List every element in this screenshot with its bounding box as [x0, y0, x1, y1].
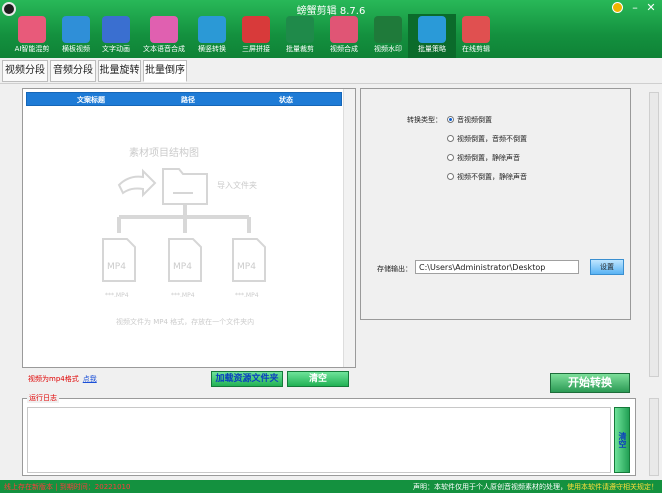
split-icon	[242, 16, 270, 43]
clear-list-button[interactable]: 清空	[287, 371, 349, 387]
import-arrow-icon	[117, 168, 157, 198]
file-caption: ***.MP4	[171, 292, 195, 299]
watermark-icon	[374, 16, 402, 43]
format-hint: 视频为mp4格式 点我	[28, 374, 97, 384]
close-button[interactable]: ✕	[644, 1, 658, 15]
convert-type-label: 转换类型：	[407, 116, 442, 124]
video-camera-icon	[418, 16, 446, 43]
status-disclaimer: 声明：本软件仅用于个人原创音视频素材的处理，	[413, 483, 567, 491]
tab-bar: 视频分段 音频分段 批量旋转 批量倒序	[0, 58, 662, 84]
file-caption: ***.MP4	[105, 292, 129, 299]
structure-diagram	[102, 168, 266, 282]
folder-icon	[162, 168, 208, 205]
toolbar-item-label: 在线剪辑	[462, 45, 490, 53]
log-textarea[interactable]	[27, 407, 611, 473]
load-folder-button[interactable]: 加载资源文件夹	[211, 371, 283, 387]
radio-selected-icon[interactable]	[447, 116, 454, 123]
status-bar: 线上存在新版本 | 到期时间：20221010 声明：本软件仅用于个人原创音视频…	[0, 480, 662, 493]
minimize-button[interactable]: –	[628, 1, 642, 15]
radio-icon[interactable]	[447, 154, 454, 161]
file-list-panel[interactable]: 文案标题 路径 状态 素材项目结构图 导入文件夹 MP4 MP4 MP4 ***…	[22, 88, 356, 368]
settings-panel: 转换类型： 音视频倒置 视频倒置，音频不倒置 视频倒置，静除声音 视频不倒置，静…	[360, 88, 631, 320]
toolbar-item-location[interactable]: 在线剪辑	[452, 14, 500, 58]
file-caption: ***.MP4	[235, 292, 259, 299]
grid-icon	[330, 16, 358, 43]
skin-button[interactable]	[612, 2, 623, 13]
tab-batch-rotate[interactable]: 批量旋转	[98, 60, 141, 82]
log-title: 运行日志	[27, 393, 59, 403]
file-list-scrollbar[interactable]	[343, 89, 355, 367]
settings-scrollbar[interactable]	[649, 92, 659, 377]
tab-audio-segment[interactable]: 音频分段	[50, 60, 96, 82]
crop-icon	[286, 16, 314, 43]
location-icon	[462, 16, 490, 43]
format-hint-link[interactable]: 点我	[83, 375, 97, 383]
file-icon-text: MP4	[237, 262, 256, 272]
file-icon-text: MP4	[107, 262, 126, 272]
status-right: 声明：本软件仅用于个人原创音视频素材的处理，使用本软件请遵守相关规定！	[413, 482, 658, 492]
status-left: 线上存在新版本 | 到期时间：20221010	[4, 483, 131, 491]
waveform-icon	[150, 16, 178, 43]
file-icon-text: MP4	[173, 262, 192, 272]
mp4-file-icon	[168, 238, 202, 282]
log-group: 运行日志 清空	[22, 393, 636, 476]
folder-label: 导入文件夹	[217, 181, 257, 190]
tab-batch-reverse[interactable]: 批量倒序	[143, 60, 187, 82]
title-bar: 螃蟹剪辑 8.7.6 – ✕ AI智能混剪 横板视频 文字动画 文本语音合成 横竖转换三…	[0, 0, 662, 58]
tv-icon	[198, 16, 226, 43]
toolbar-item-play[interactable]: 文字动画	[92, 14, 140, 58]
film-icon	[62, 16, 90, 43]
diagram-note: 视频文件为 MP4 格式，存放在一个文件夹内	[116, 318, 255, 326]
radio-icon[interactable]	[447, 173, 454, 180]
start-convert-button[interactable]: 开始转换	[550, 373, 630, 393]
mp4-file-icon	[102, 238, 136, 282]
toolbar-item-waveform[interactable]: 文本语音合成	[140, 14, 188, 58]
log-scrollbar[interactable]	[649, 398, 659, 476]
status-disclaimer-link[interactable]: 使用本软件请遵守相关规定！	[567, 483, 658, 491]
tab-video-segment[interactable]: 视频分段	[2, 60, 48, 82]
ai-icon	[18, 16, 46, 43]
output-label: 存储输出：	[377, 265, 412, 273]
radio-icon[interactable]	[447, 135, 454, 142]
play-icon	[102, 16, 130, 43]
clear-log-button[interactable]: 清空	[614, 407, 630, 473]
format-hint-text: 视频为mp4格式	[28, 375, 79, 383]
output-setting-button[interactable]: 设置	[590, 259, 624, 275]
output-path-input[interactable]	[415, 260, 579, 274]
mp4-file-icon	[232, 238, 266, 282]
